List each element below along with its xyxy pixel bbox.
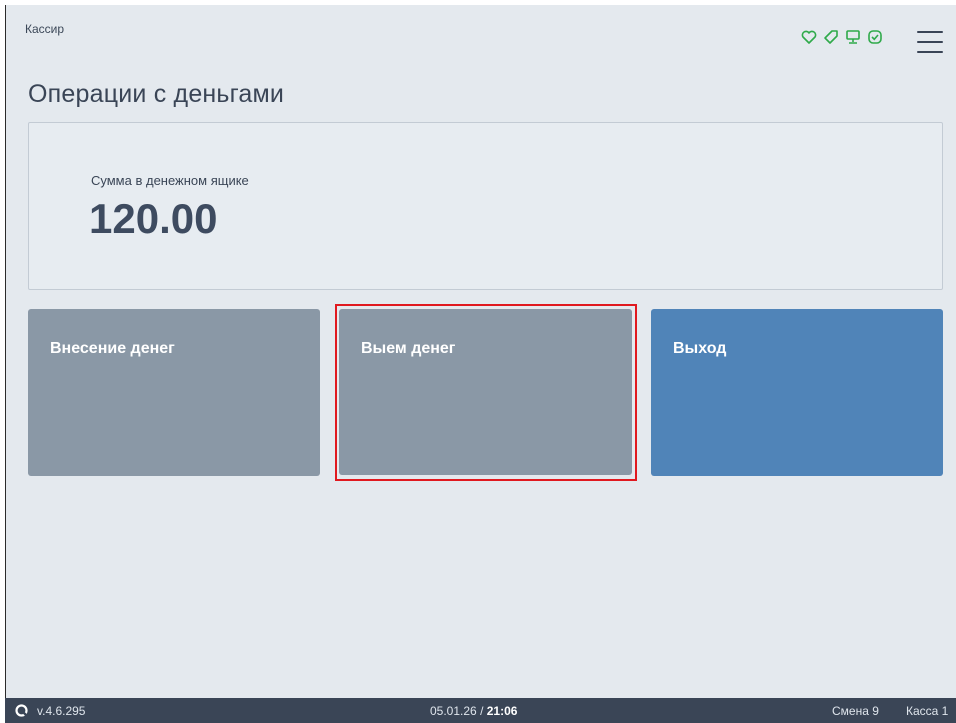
cash-drawer-card: Сумма в денежном ящике 120.00 [28, 122, 943, 290]
current-date: 05.01.26 [430, 704, 477, 718]
menu-icon-bar [917, 41, 943, 43]
date-time-separator: / [480, 704, 484, 718]
monitor-icon[interactable] [844, 28, 862, 46]
exit-button[interactable]: Выход [651, 309, 943, 476]
heart-icon[interactable] [800, 28, 818, 46]
status-bar: v.4.6.295 05.01.26 / 21:06 Смена 9 Касса… [5, 698, 956, 723]
exit-label: Выход [673, 340, 727, 357]
withdraw-money-label: Выем денег [361, 340, 456, 357]
cash-drawer-amount: 120.00 [89, 195, 218, 242]
register-number: Касса 1 [906, 704, 949, 718]
cash-drawer-label: Сумма в денежном ящике [91, 173, 249, 188]
fiscal-check-icon[interactable] [866, 28, 884, 46]
app-logo-icon [15, 704, 28, 717]
date-time: 05.01.26 / 21:06 [430, 704, 517, 718]
withdraw-money-button[interactable]: Выем денег [339, 309, 632, 475]
user-role-label: Кассир [25, 22, 65, 36]
app-version: v.4.6.295 [37, 704, 86, 718]
tag-icon[interactable] [822, 28, 840, 46]
deposit-money-button[interactable]: Внесение денег [28, 309, 320, 476]
menu-icon-bar [917, 51, 943, 53]
deposit-money-label: Внесение денег [50, 340, 175, 357]
page-title: Операции с деньгами [28, 80, 285, 108]
menu-icon-bar [917, 31, 943, 33]
status-icons [800, 28, 884, 46]
menu-button[interactable] [917, 31, 943, 53]
current-time: 21:06 [486, 704, 518, 718]
shift-number: Смена 9 [832, 704, 879, 718]
